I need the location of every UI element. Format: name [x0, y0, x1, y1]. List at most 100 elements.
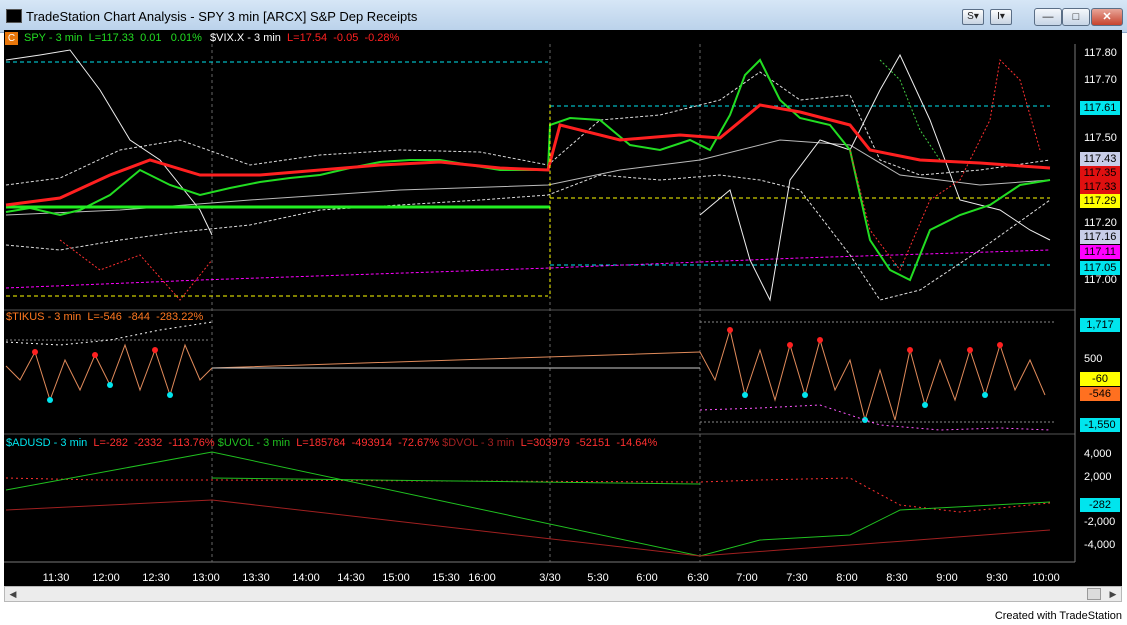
adusd-tag-text: -282 — [1088, 499, 1112, 511]
price-tag: 117.33 — [1080, 180, 1120, 194]
adusd-pct: -113.76% — [168, 437, 215, 449]
uvol-change: -493914 — [351, 437, 392, 449]
vix-white-line — [699, 53, 1051, 302]
adusd-line — [5, 477, 1051, 513]
tikus-legend: $TIKUS - 3 min L=-546 -844 -283.22% — [6, 311, 203, 323]
tikus-magenta-dots — [699, 404, 1051, 431]
tikus-tag: -1,550 — [1080, 418, 1120, 432]
tikus-symbol: $TIKUS - 3 min — [6, 311, 82, 323]
spy-change: 0.01 — [140, 32, 162, 44]
tikus-line — [5, 343, 701, 402]
price-tag-text: 117.43 — [1083, 153, 1117, 165]
dvol-pct: -14.64% — [616, 437, 658, 449]
vix-legend: $VIX.X - 3 min L=17.54 -0.05 -0.28% — [210, 32, 399, 44]
spy-legend: SPY - 3 min L=117.33 0.01 0.01% — [24, 32, 202, 44]
tikus-tag: -546 — [1080, 387, 1120, 401]
tikus-axis-label: 500 — [1084, 353, 1103, 365]
tikus-last: L=-546 — [87, 311, 122, 323]
footer-credit: Created with TradeStation — [994, 610, 1122, 622]
adusd-axis-label: 4,000 — [1084, 448, 1112, 460]
price-axis-label: 117.00 — [1084, 274, 1117, 286]
tikus-white-dots — [5, 321, 213, 346]
price-tag-text: 117.35 — [1083, 167, 1117, 179]
adusd-legend: $ADUSD - 3 min L=-282 -2332 -113.76% $UV… — [6, 437, 657, 449]
tikus-line — [699, 328, 1046, 422]
price-axis-label: 117.20 — [1084, 217, 1117, 229]
uvol-flat-line — [211, 477, 701, 485]
time-axis-label: 13:00 — [192, 572, 220, 584]
time-axis-label: 7:30 — [786, 572, 808, 584]
uvol-symbol: $UVOL - 3 min — [217, 437, 291, 449]
adusd-axis-label: -4,000 — [1084, 539, 1116, 551]
price-tag: 117.61 — [1080, 101, 1120, 115]
adusd-axis-label: 2,000 — [1084, 471, 1112, 483]
time-axis-label: 12:30 — [142, 572, 170, 584]
time-axis-label: 13:30 — [242, 572, 270, 584]
scroll-left-icon[interactable]: ◀ — [6, 588, 20, 600]
chart-c-badge[interactable]: C — [5, 32, 18, 45]
vix-dotted-line — [59, 239, 213, 301]
tikus-change: -844 — [128, 311, 151, 323]
dvol-symbol: $DVOL - 3 min — [442, 437, 515, 449]
time-axis-label: 6:30 — [687, 572, 709, 584]
price-tag: 117.05 — [1080, 261, 1120, 275]
vix-symbol: $VIX.X - 3 min — [210, 32, 281, 44]
time-axis-label: 9:00 — [936, 572, 958, 584]
price-tag: 117.35 — [1080, 166, 1120, 180]
price-tag-text: 117.29 — [1083, 195, 1117, 207]
time-axis-label: 14:00 — [292, 572, 320, 584]
scroll-right-icon[interactable]: ▶ — [1106, 588, 1120, 600]
price-axis-label: 117.70 — [1084, 74, 1117, 86]
tikus-tag: -60 — [1080, 372, 1120, 386]
adusd-tag: -282 — [1080, 498, 1120, 512]
price-tag: 117.11 — [1080, 245, 1120, 259]
price-tag-text: 117.33 — [1083, 181, 1117, 193]
adusd-axis-label: -2,000 — [1084, 516, 1116, 528]
time-axis-label: 8:30 — [886, 572, 908, 584]
uvol-pct: -72.67% — [398, 437, 440, 449]
horizontal-scrollbar[interactable]: ◀ ▶ — [4, 586, 1122, 602]
adusd-change: -2332 — [134, 437, 163, 449]
price-tag: 117.29 — [1080, 194, 1120, 208]
tikus-tag-text: -60 — [1092, 373, 1108, 385]
spy-red-average — [5, 103, 1051, 207]
dvol-last: L=303979 — [520, 437, 570, 449]
vix-change: -0.05 — [333, 32, 359, 44]
time-axis-label: 15:30 — [432, 572, 460, 584]
tikus-pct: -283.22% — [156, 311, 204, 323]
tikus-high-dots — [32, 327, 1003, 358]
adusd-symbol: $ADUSD - 3 min — [6, 437, 88, 449]
price-tag-text: 117.16 — [1083, 231, 1117, 243]
time-axis-label: 14:30 — [337, 572, 365, 584]
price-tag-text: 117.11 — [1083, 246, 1116, 258]
uvol-last: L=185784 — [296, 437, 346, 449]
price-axis-label: 117.50 — [1084, 132, 1117, 144]
mid-average — [5, 139, 1051, 216]
tikus-tag-text: 1,717 — [1086, 319, 1114, 331]
time-axis-label: 8:00 — [836, 572, 858, 584]
spy-last: L=117.33 — [88, 32, 134, 44]
dvol-change: -52151 — [575, 437, 611, 449]
tikus-tag-text: -546 — [1088, 388, 1112, 400]
spy-pct: 0.01% — [170, 32, 202, 44]
vix-last: L=17.54 — [287, 32, 328, 44]
time-axis-label: 3/30 — [539, 572, 561, 584]
adusd-last: L=-282 — [93, 437, 128, 449]
price-tag: 117.16 — [1080, 230, 1120, 244]
tikus-low-dots — [47, 382, 988, 423]
price-tag-text: 117.05 — [1083, 262, 1117, 274]
time-axis-label: 7:00 — [736, 572, 758, 584]
uvol-line — [5, 451, 1051, 557]
time-axis-label: 15:00 — [382, 572, 410, 584]
scroll-thumb[interactable] — [1087, 588, 1101, 600]
dvol-line — [5, 499, 1051, 557]
price-tag: 117.43 — [1080, 152, 1120, 166]
vix-pct: -0.28% — [364, 32, 400, 44]
time-axis-label: 16:00 — [468, 572, 496, 584]
time-axis-label: 5:30 — [587, 572, 609, 584]
price-axis-label: 117.80 — [1084, 47, 1117, 59]
price-tag-text: 117.61 — [1083, 102, 1117, 114]
spy-symbol: SPY - 3 min — [24, 32, 83, 44]
magenta-average-line — [5, 249, 1051, 289]
time-axis-label: 6:00 — [636, 572, 658, 584]
